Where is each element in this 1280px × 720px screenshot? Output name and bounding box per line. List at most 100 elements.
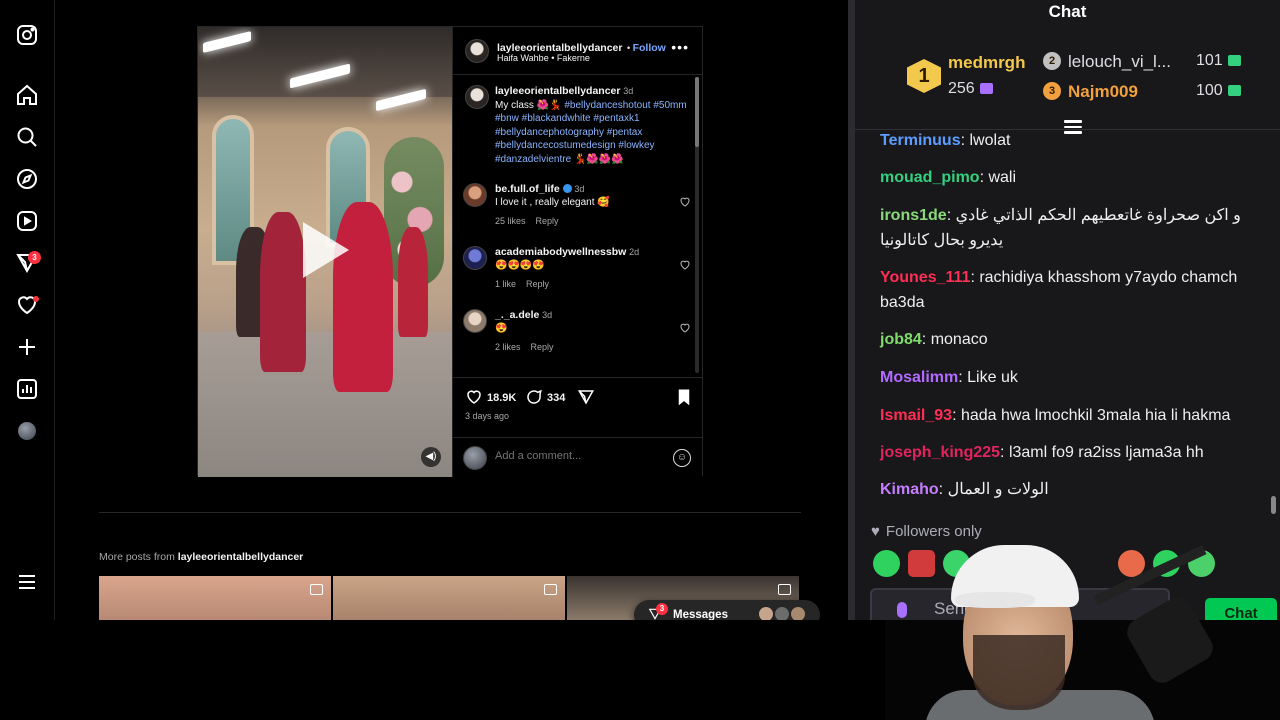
chat-username[interactable]: Younes_111: [880, 269, 970, 286]
save-button[interactable]: [675, 388, 697, 406]
leader-value: 256: [948, 80, 993, 98]
reply-button[interactable]: Reply: [526, 279, 549, 289]
home-icon[interactable]: [15, 83, 39, 107]
add-comment-bar: ☺: [453, 437, 703, 477]
chat-text: l3aml fo9 ra2iss ljama3a hh: [1008, 444, 1204, 461]
comment-username[interactable]: be.full.of_life: [495, 183, 560, 195]
studio-floor: [198, 332, 452, 477]
chat-message: Younes_111: rachidiya khasshom y7aydo ch…: [880, 269, 1238, 311]
chat-username[interactable]: job84: [880, 331, 922, 348]
chat-text: monaco: [930, 331, 988, 348]
commenter-avatar[interactable]: [463, 183, 487, 207]
instagram-icon[interactable]: [15, 23, 39, 47]
messages-pill-badge: 3: [656, 603, 668, 615]
chat-username[interactable]: joseph_king225: [880, 444, 1000, 461]
notification-dot: [33, 296, 39, 302]
rank-3-medal: 3: [1043, 82, 1061, 100]
cap-bill: [955, 592, 1035, 608]
chat-message: Ismail_93: hada hwa lmochkil 3mala hia l…: [880, 407, 1231, 424]
messages-pill-label: Messages: [673, 609, 728, 620]
comment-likes[interactable]: 2 likes: [495, 342, 521, 352]
follow-button[interactable]: Follow: [633, 42, 666, 54]
dashboard-icon[interactable]: [15, 377, 39, 401]
bookmark-icon: [678, 389, 690, 406]
caption-avatar[interactable]: [465, 85, 489, 109]
profile-avatar[interactable]: [18, 422, 36, 440]
post-thumbnail[interactable]: [99, 576, 331, 620]
comment-text: I love it , really elegant 🥰: [495, 197, 610, 208]
contact-avatar: [790, 606, 806, 620]
chat-text: Like uk: [967, 369, 1018, 386]
comments-list: layleeorientalbellydancer 3d My class 🌺💃…: [453, 75, 703, 375]
more-options-icon[interactable]: •••: [671, 39, 689, 55]
commenter-avatar[interactable]: [463, 309, 487, 333]
chat-username[interactable]: mouad_pimo: [880, 169, 980, 186]
audio-label[interactable]: Haifa Wahbe • Fakerne: [497, 53, 590, 63]
chat-message: job84: monaco: [880, 331, 988, 348]
comment-item: academiabodywellnessbw 2d 😍😍😍😍 1 like Rep…: [463, 246, 693, 306]
chat-username[interactable]: Mosalimm: [880, 369, 958, 386]
create-icon[interactable]: [15, 335, 39, 359]
comment-button[interactable]: 334: [525, 388, 565, 406]
comment-likes[interactable]: 1 like: [495, 279, 516, 289]
emoji-icon[interactable]: ☺: [673, 449, 691, 467]
more-posts-username[interactable]: layleeorientalbellydancer: [178, 551, 303, 563]
post-time: 3 days ago: [465, 411, 510, 421]
chat-message: Mosalimm: Like uk: [880, 369, 1018, 386]
gift-leaderboard: 1 medmrgh 256 2 lelouch_vi_l... 101 3 Na…: [855, 35, 1280, 134]
leader-name[interactable]: medmrgh: [948, 53, 1025, 73]
stream-chat-panel: Chat 1 medmrgh 256 2 lelouch_vi_l... 101…: [848, 0, 1280, 620]
leader-name[interactable]: lelouch_vi_l...: [1068, 52, 1171, 72]
comment-likes[interactable]: 25 likes: [495, 216, 526, 226]
heart-icon[interactable]: [679, 321, 691, 333]
author-avatar[interactable]: [465, 39, 489, 63]
reels-icon[interactable]: [15, 209, 39, 233]
chat-username[interactable]: Terminuus: [880, 132, 961, 149]
search-icon[interactable]: [15, 125, 39, 149]
post-modal: ◀) layleeorientalbellydancer • Follow Ha…: [197, 26, 703, 477]
mute-icon[interactable]: ◀): [421, 447, 441, 467]
comment-username[interactable]: _._a.dele: [495, 309, 539, 321]
chat-username[interactable]: Ismail_93: [880, 407, 952, 424]
verified-icon: [562, 184, 572, 193]
caption-text: My class 🌺💃: [495, 99, 562, 111]
chat-message: irons1de: و اكن صحراوة غاتعطيهم الحكم ال…: [880, 207, 1241, 249]
reply-button[interactable]: Reply: [531, 342, 554, 352]
contact-avatar: [758, 606, 774, 620]
chat-text: wali: [988, 169, 1017, 186]
gift-icon: [1227, 55, 1241, 66]
comment-age: 2d: [629, 247, 640, 257]
comment-age: 3d: [574, 184, 585, 194]
caption-username[interactable]: layleeorientalbellydancer: [495, 85, 620, 97]
play-icon[interactable]: [303, 222, 349, 278]
dancer: [260, 212, 306, 372]
comment-username[interactable]: academiabodywellnessbw: [495, 246, 626, 258]
leader-value: 100: [1196, 82, 1241, 100]
comments-scrollbar-thumb[interactable]: [695, 77, 699, 147]
explore-icon[interactable]: [15, 167, 39, 191]
chat-text: lwolat: [969, 132, 1011, 149]
commenter-avatar[interactable]: [463, 246, 487, 270]
chat-username[interactable]: Kimaho: [880, 481, 939, 498]
chat-scrollbar[interactable]: [1271, 496, 1276, 514]
post-thumbnail[interactable]: [333, 576, 565, 620]
comment-input[interactable]: [495, 450, 655, 462]
comment-icon: [527, 389, 542, 404]
messages-pill[interactable]: 3 Messages: [634, 600, 820, 620]
like-button[interactable]: 18.9K: [465, 388, 516, 406]
post-actions: 18.9K 334 3 days ago: [453, 377, 703, 437]
menu-icon[interactable]: [15, 570, 39, 594]
comment-text: 😍: [495, 323, 508, 334]
reply-button[interactable]: Reply: [536, 216, 559, 226]
chat-text: الولات و العمال: [947, 481, 1049, 498]
heart-icon[interactable]: [679, 195, 691, 207]
leader-value: 101: [1196, 52, 1241, 70]
leader-name[interactable]: Najm009: [1068, 82, 1138, 102]
heart-icon[interactable]: [679, 258, 691, 270]
chat-message: Kimaho: الولات و العمال: [880, 481, 1049, 498]
caption: layleeorientalbellydancer 3d My class 🌺💃…: [495, 85, 691, 166]
chat-username[interactable]: irons1de: [880, 207, 947, 224]
rank-2-medal: 2: [1043, 52, 1061, 70]
post-video[interactable]: ◀): [198, 27, 452, 477]
share-button[interactable]: [577, 388, 599, 406]
